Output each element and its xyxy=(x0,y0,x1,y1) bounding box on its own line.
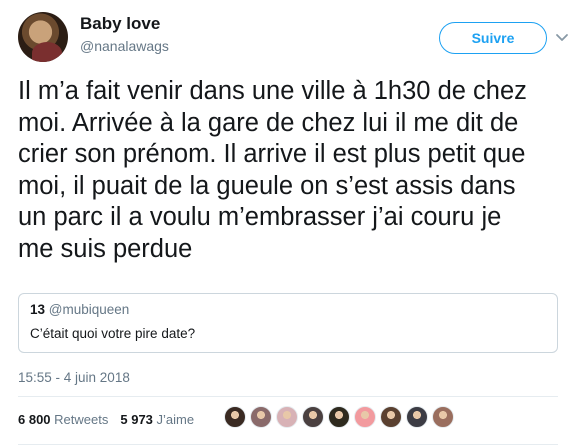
liker-avatar[interactable] xyxy=(224,406,246,428)
liker-avatar[interactable] xyxy=(302,406,324,428)
quoted-tweet-name: 13 xyxy=(30,302,46,317)
chevron-down-icon-svg xyxy=(556,34,568,41)
author-handle[interactable]: @nanalawags xyxy=(80,38,169,54)
tweet-timestamp[interactable]: 15:55 - 4 juin 2018 xyxy=(18,370,130,385)
liker-avatar[interactable] xyxy=(276,406,298,428)
quoted-tweet-handle: @mubiqueen xyxy=(48,302,130,317)
likes-stat[interactable]: 5 973 J’aime xyxy=(120,412,194,427)
retweets-count: 6 800 xyxy=(18,412,51,427)
author-avatar[interactable] xyxy=(18,12,68,62)
liker-avatar[interactable] xyxy=(250,406,272,428)
tweet-text: Il m’a fait venir dans une ville à 1h30 … xyxy=(18,77,527,263)
likes-count: 5 973 xyxy=(120,412,153,427)
quoted-tweet-text: C’était quoi votre pire date? xyxy=(30,326,196,341)
likes-label: J’aime xyxy=(156,412,195,427)
liker-avatar[interactable] xyxy=(354,406,376,428)
author-display-name[interactable]: Baby love xyxy=(80,14,160,34)
liker-avatar[interactable] xyxy=(432,406,454,428)
liker-avatar[interactable] xyxy=(406,406,428,428)
chevron-down-icon[interactable] xyxy=(555,30,569,44)
liker-avatar[interactable] xyxy=(328,406,350,428)
tweet-stats: 6 800 Retweets 5 973 J’aime xyxy=(18,412,194,427)
quoted-tweet[interactable]: 13 @mubiqueen C’était quoi votre pire da… xyxy=(18,293,558,353)
retweets-label: Retweets xyxy=(54,412,109,427)
quoted-tweet-header: 13 @mubiqueen xyxy=(30,302,546,317)
divider xyxy=(18,396,558,397)
liker-avatar[interactable] xyxy=(380,406,402,428)
follow-button[interactable]: Suivre xyxy=(439,22,547,54)
likers-avatars xyxy=(224,406,454,428)
retweets-stat[interactable]: 6 800 Retweets xyxy=(18,412,108,427)
